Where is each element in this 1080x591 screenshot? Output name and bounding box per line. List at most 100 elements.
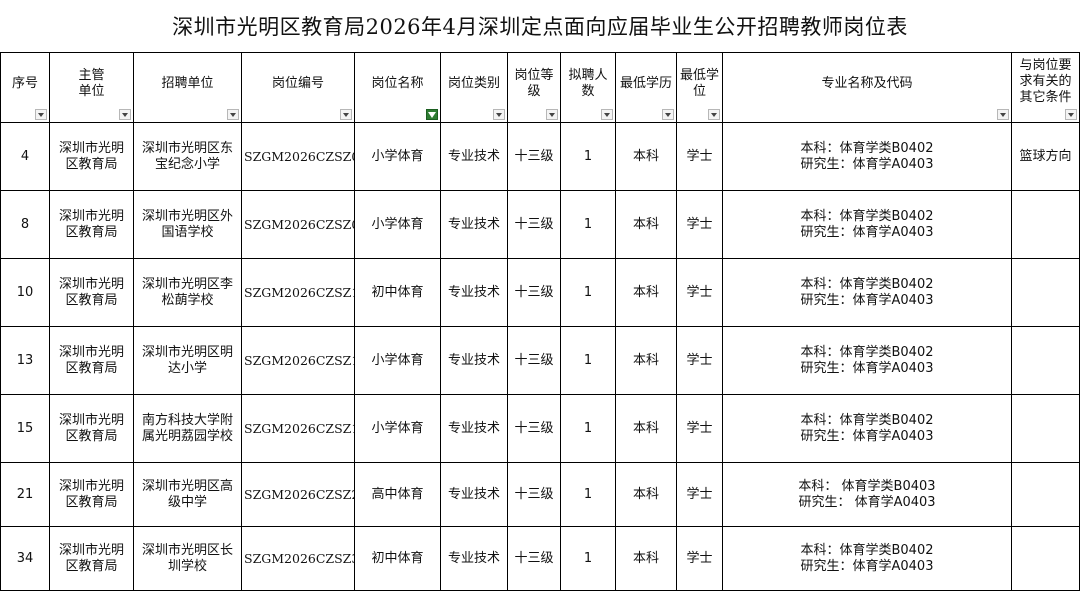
cell-code: SZGM2026CZSZ08	[241, 190, 355, 259]
table-row: 4 深圳市光明区教育局 深圳市光明区东宝纪念小学 SZGM2026CZSZ04 …	[0, 122, 1080, 191]
filter-dropdown-icon[interactable]	[35, 109, 47, 120]
cell-name: 高中体育	[354, 462, 441, 527]
col-header-edu: 最低学历	[615, 52, 677, 123]
cell-category: 专业技术	[440, 190, 508, 259]
cell-grade: 十三级	[507, 394, 561, 463]
cell-dept: 深圳市光明 区教育局	[49, 258, 134, 327]
col-header-label: 岗位名称	[371, 75, 424, 91]
col-header-label: 最低学位	[679, 67, 719, 99]
col-header-label: 岗位编号	[271, 75, 324, 91]
cell-major: 本科：体育学类B0402 研究生：体育学A0403	[722, 394, 1012, 463]
cell-code: SZGM2026CZSZ04	[241, 122, 355, 191]
cell-unit: 深圳市光明区长 圳学校	[133, 526, 242, 591]
col-header-name: 岗位名称	[354, 52, 441, 123]
cell-edu: 本科	[615, 258, 677, 327]
cell-dept: 深圳市光明 区教育局	[49, 394, 134, 463]
cell-seq: 4	[0, 122, 50, 191]
filter-active-funnel-icon[interactable]	[426, 109, 438, 120]
cell-unit: 深圳市光明区高 级中学	[133, 462, 242, 527]
cell-major: 本科： 体育学类B0403 研究生： 体育学A0403	[722, 462, 1012, 527]
cell-major: 本科：体育学类B0402 研究生：体育学A0403	[722, 526, 1012, 591]
table-row: 13 深圳市光明区教育局 深圳市光明区明达小学 SZGM2026CZSZ13 小…	[0, 326, 1080, 395]
col-header-label: 主管 单位	[78, 67, 105, 99]
cell-degree: 学士	[676, 258, 723, 327]
positions-table: 序号 主管 单位 招聘单位 岗位编号 岗位名称 岗位类别 岗位等级 拟聘人数 最低…	[0, 52, 1080, 591]
cell-other: 篮球方向	[1011, 122, 1080, 191]
col-header-other: 与岗位要 求有关的 其它条件	[1011, 52, 1080, 123]
cell-other	[1011, 394, 1080, 463]
col-header-label: 招聘单位	[161, 75, 214, 91]
filter-dropdown-icon[interactable]	[601, 109, 613, 120]
cell-major: 本科：体育学类B0402 研究生：体育学A0403	[722, 326, 1012, 395]
cell-major: 本科：体育学类B0402 研究生：体育学A0403	[722, 258, 1012, 327]
cell-dept: 深圳市光明 区教育局	[49, 326, 134, 395]
cell-count: 1	[560, 394, 616, 463]
col-header-dept: 主管 单位	[49, 52, 134, 123]
cell-code: SZGM2026CZSZ21	[241, 462, 355, 527]
cell-degree: 学士	[676, 526, 723, 591]
filter-dropdown-icon[interactable]	[997, 109, 1009, 120]
table-row: 8 深圳市光明区教育局 深圳市光明区外国语学校 SZGM2026CZSZ08 小…	[0, 190, 1080, 259]
cell-edu: 本科	[615, 462, 677, 527]
cell-count: 1	[560, 258, 616, 327]
cell-code: SZGM2026CZSZ34	[241, 526, 355, 591]
filter-dropdown-icon[interactable]	[662, 109, 674, 120]
cell-dept: 深圳市光明 区教育局	[49, 462, 134, 527]
filter-dropdown-icon[interactable]	[227, 109, 239, 120]
cell-code: SZGM2026CZSZ10	[241, 258, 355, 327]
cell-category: 专业技术	[440, 394, 508, 463]
cell-count: 1	[560, 326, 616, 395]
cell-edu: 本科	[615, 526, 677, 591]
col-header-seq: 序号	[0, 52, 50, 123]
cell-other	[1011, 258, 1080, 327]
filter-dropdown-icon[interactable]	[340, 109, 352, 120]
filter-dropdown-icon[interactable]	[1065, 109, 1077, 120]
cell-edu: 本科	[615, 394, 677, 463]
cell-other	[1011, 326, 1080, 395]
cell-code: SZGM2026CZSZ13	[241, 326, 355, 395]
cell-degree: 学士	[676, 326, 723, 395]
cell-name: 初中体育	[354, 258, 441, 327]
col-header-count: 拟聘人数	[560, 52, 616, 123]
cell-edu: 本科	[615, 190, 677, 259]
col-header-label: 拟聘人数	[568, 67, 608, 99]
cell-name: 小学体育	[354, 190, 441, 259]
cell-other	[1011, 526, 1080, 591]
cell-grade: 十三级	[507, 462, 561, 527]
cell-edu: 本科	[615, 122, 677, 191]
filter-dropdown-icon[interactable]	[546, 109, 558, 120]
cell-seq: 15	[0, 394, 50, 463]
cell-dept: 深圳市光明 区教育局	[49, 122, 134, 191]
cell-grade: 十三级	[507, 190, 561, 259]
filter-dropdown-icon[interactable]	[493, 109, 505, 120]
header-row: 序号 主管 单位 招聘单位 岗位编号 岗位名称 岗位类别 岗位等级 拟聘人数 最低…	[0, 52, 1080, 123]
col-header-grade: 岗位等级	[507, 52, 561, 123]
cell-category: 专业技术	[440, 258, 508, 327]
cell-unit: 深圳市光明区东 宝纪念小学	[133, 122, 242, 191]
filter-dropdown-icon[interactable]	[708, 109, 720, 120]
col-header-label: 与岗位要 求有关的 其它条件	[1019, 58, 1072, 105]
cell-category: 专业技术	[440, 122, 508, 191]
cell-count: 1	[560, 462, 616, 527]
cell-seq: 10	[0, 258, 50, 327]
page-title: 深圳市光明区教育局2026年4月深圳定点面向应届毕业生公开招聘教师岗位表	[172, 15, 908, 39]
cell-seq: 21	[0, 462, 50, 527]
table-row: 10 深圳市光明区教育局 深圳市光明区李松蓢学校 SZGM2026CZSZ10 …	[0, 258, 1080, 327]
cell-major: 本科：体育学类B0402 研究生：体育学A0403	[722, 190, 1012, 259]
cell-category: 专业技术	[440, 462, 508, 527]
cell-category: 专业技术	[440, 326, 508, 395]
cell-count: 1	[560, 122, 616, 191]
col-header-label: 岗位等级	[514, 67, 554, 99]
cell-major: 本科：体育学类B0402 研究生：体育学A0403	[722, 122, 1012, 191]
cell-degree: 学士	[676, 394, 723, 463]
cell-name: 小学体育	[354, 122, 441, 191]
cell-other	[1011, 462, 1080, 527]
cell-dept: 深圳市光明 区教育局	[49, 190, 134, 259]
cell-unit: 南方科技大学附 属光明荔园学校	[133, 394, 242, 463]
filter-dropdown-icon[interactable]	[119, 109, 131, 120]
cell-name: 小学体育	[354, 394, 441, 463]
cell-name: 初中体育	[354, 526, 441, 591]
col-header-unit: 招聘单位	[133, 52, 242, 123]
cell-count: 1	[560, 190, 616, 259]
cell-degree: 学士	[676, 462, 723, 527]
